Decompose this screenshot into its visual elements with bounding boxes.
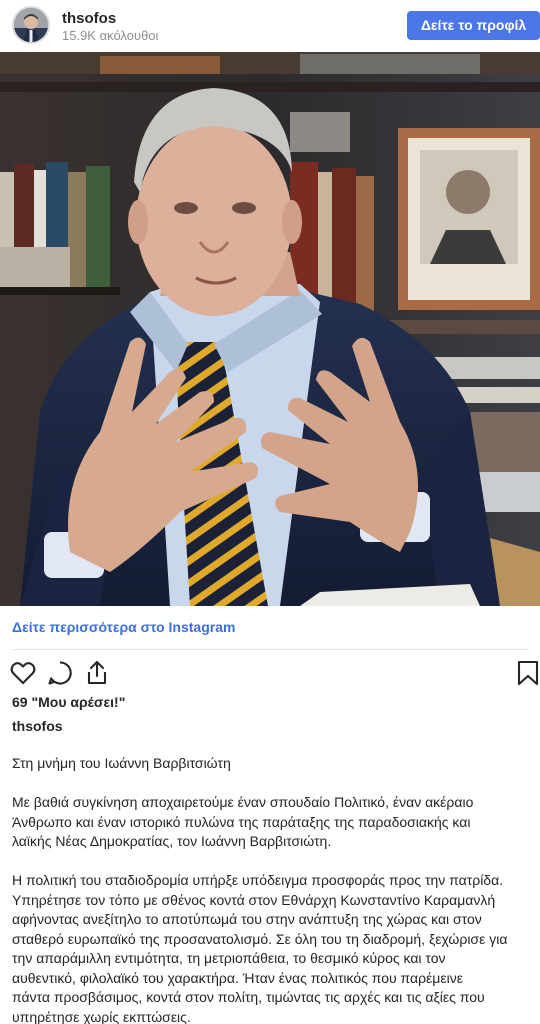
caption-line: Στη μνήμη του Ιωάννη Βαρβιτσιώτη bbox=[12, 755, 231, 771]
avatar-image bbox=[14, 8, 48, 42]
comment-icon[interactable] bbox=[46, 659, 74, 687]
see-more-instagram-link[interactable]: Δείτε περισσότερα στο Instagram bbox=[12, 619, 235, 635]
post-image bbox=[0, 52, 540, 606]
like-count[interactable]: 69 "Μου αρέσει!" bbox=[12, 694, 125, 710]
caption-line: Η πολιτική του σταδιοδρομία υπήρξε υπόδε… bbox=[12, 872, 504, 888]
bookmark-icon[interactable] bbox=[516, 659, 540, 687]
caption-line: Υπηρέτησε τον τόπο με σθένος κοντά στον … bbox=[12, 891, 496, 908]
caption-paragraph: Η πολιτική του σταδιοδρομία υπήρξε υπόδε… bbox=[12, 871, 540, 1024]
caption-paragraph: Στη μνήμη του Ιωάννη Βαρβιτσιώτη bbox=[12, 754, 540, 774]
caption-line: αυθεντικό, φιλολαϊκό του χαρακτήρα. Ήταν… bbox=[12, 969, 463, 986]
view-profile-button[interactable]: Δείτε το προφίλ bbox=[407, 11, 540, 40]
divider bbox=[12, 649, 528, 650]
post-photo[interactable] bbox=[0, 52, 540, 606]
caption-line: αφήνοντας ανεξίτηλο το αποτύπωμά του στη… bbox=[12, 911, 482, 927]
caption-line: Με βαθιά συγκίνηση αποχαιρετούμε έναν σπ… bbox=[12, 794, 474, 810]
caption-paragraph: Με βαθιά συγκίνηση αποχαιρετούμε έναν σπ… bbox=[12, 793, 540, 852]
caption-line: λαϊκής Νέας Δημοκρατίας, τον Ιωάννη Βαρβ… bbox=[12, 833, 332, 849]
caption-text: Στη μνήμη του Ιωάννη Βαρβιτσιώτη Με βαθι… bbox=[12, 754, 540, 1024]
share-icon[interactable] bbox=[83, 659, 111, 687]
post-header: thsofos 15.9K ακόλουθοι Δείτε το προφίλ bbox=[0, 0, 540, 52]
username[interactable]: thsofos bbox=[62, 10, 116, 27]
caption-line: σταθερό ευρωπαϊκό της προσανατολισμό. Σε… bbox=[12, 930, 508, 947]
avatar[interactable] bbox=[12, 6, 50, 44]
caption-username[interactable]: thsofos bbox=[12, 718, 63, 734]
caption-line: υπηρέτησε χωρίς εκπτώσεις. bbox=[12, 1008, 191, 1024]
caption-line: την απαράμιλλη εντιμότητα, τη μετριοπάθε… bbox=[12, 950, 446, 966]
caption-line: Άνθρωπο και έναν ιστορικό πυλώνα της παρ… bbox=[12, 813, 471, 830]
caption-line: πάντα προσβάσιμος, κοντά στον πολίτη, τι… bbox=[12, 989, 485, 1005]
heart-icon[interactable] bbox=[9, 659, 37, 687]
follower-count: 15.9K ακόλουθοι bbox=[62, 28, 159, 43]
